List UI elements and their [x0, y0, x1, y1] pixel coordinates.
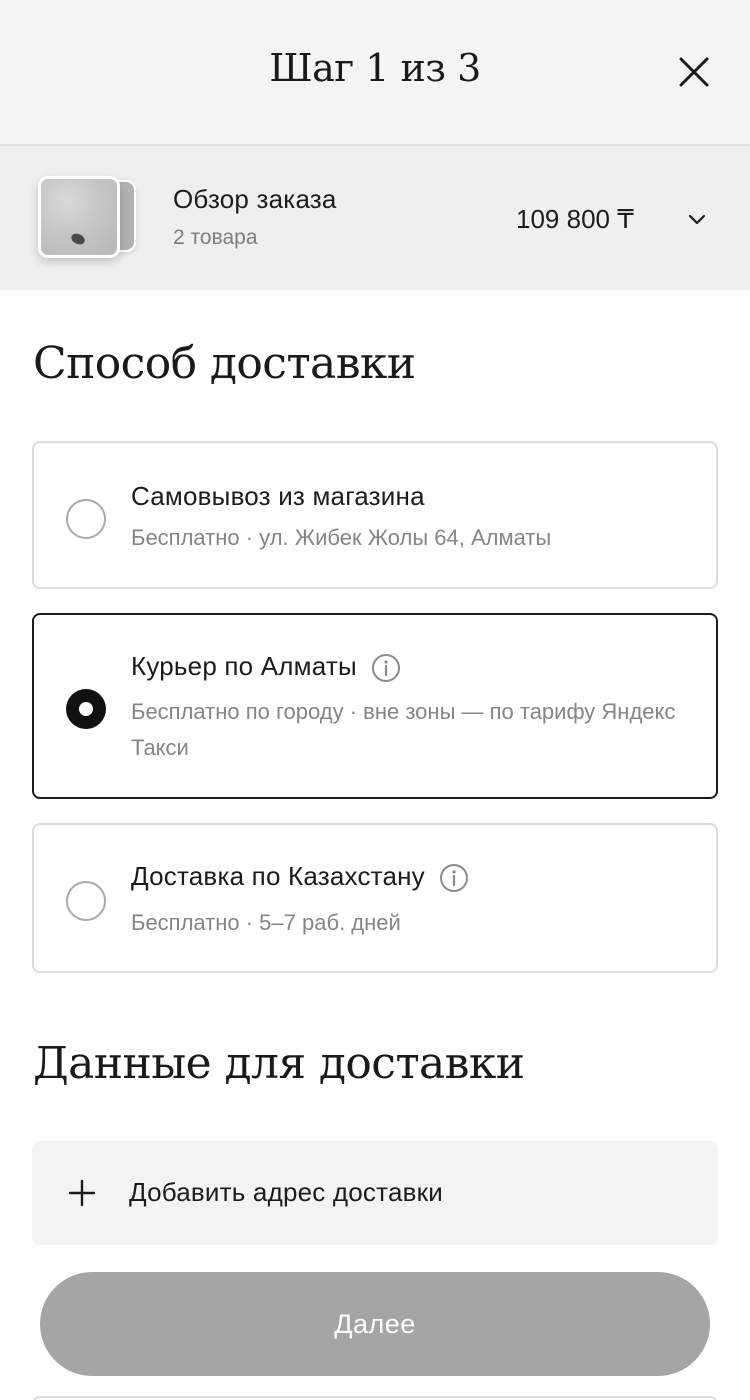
- delivery-option-courier-almaty[interactable]: Курьер по Алматы Бесплатно по городу · в…: [32, 613, 718, 799]
- pendant-image: [69, 231, 87, 247]
- close-icon[interactable]: [672, 50, 716, 94]
- next-button[interactable]: Далее: [40, 1272, 710, 1376]
- delivery-option-title: Курьер по Алматы: [131, 651, 357, 681]
- next-section-card: [32, 1396, 718, 1400]
- product-thumbnail: [38, 176, 120, 258]
- info-icon[interactable]: [371, 653, 401, 683]
- radio-button[interactable]: [66, 499, 106, 539]
- add-address-button[interactable]: Добавить адрес доставки: [32, 1141, 718, 1245]
- delivery-method-heading: Способ доставки: [33, 338, 416, 389]
- delivery-option-subtitle: Бесплатно · ул. Жибек Жолы 64, Алматы: [131, 525, 552, 550]
- add-address-label: Добавить адрес доставки: [129, 1177, 443, 1207]
- order-item-count: 2 товара: [173, 226, 258, 249]
- delivery-option-title: Самовывоз из магазина: [131, 481, 425, 511]
- delivery-option-title-row: Курьер по Алматы: [131, 651, 401, 683]
- order-summary-title: Обзор заказа: [173, 184, 337, 214]
- delivery-option-title: Доставка по Казахстану: [131, 861, 425, 891]
- delivery-option-subtitle: Бесплатно по городу · вне зоны — по тари…: [131, 699, 676, 760]
- delivery-option-pickup[interactable]: Самовывоз из магазина Бесплатно · ул. Жи…: [32, 441, 718, 589]
- delivery-option-title-row: Доставка по Казахстану: [131, 861, 469, 893]
- order-total: 109 800 ₸: [516, 204, 634, 234]
- order-thumbnails: [38, 176, 142, 260]
- plus-icon: [68, 1179, 96, 1207]
- info-icon[interactable]: [439, 863, 469, 893]
- delivery-option-subtitle: Бесплатно · 5–7 раб. дней: [131, 910, 401, 935]
- chevron-down-icon[interactable]: [684, 206, 710, 232]
- radio-button[interactable]: [66, 881, 106, 921]
- delivery-option-kazakhstan[interactable]: Доставка по Казахстану Бесплатно · 5–7 р…: [32, 823, 718, 973]
- header-bar: Шаг 1 из 3: [0, 0, 750, 146]
- order-summary[interactable]: Обзор заказа 2 товара 109 800 ₸: [0, 146, 750, 290]
- step-title: Шаг 1 из 3: [269, 46, 481, 90]
- delivery-details-heading: Данные для доставки: [33, 1038, 525, 1089]
- radio-button-selected[interactable]: [66, 689, 106, 729]
